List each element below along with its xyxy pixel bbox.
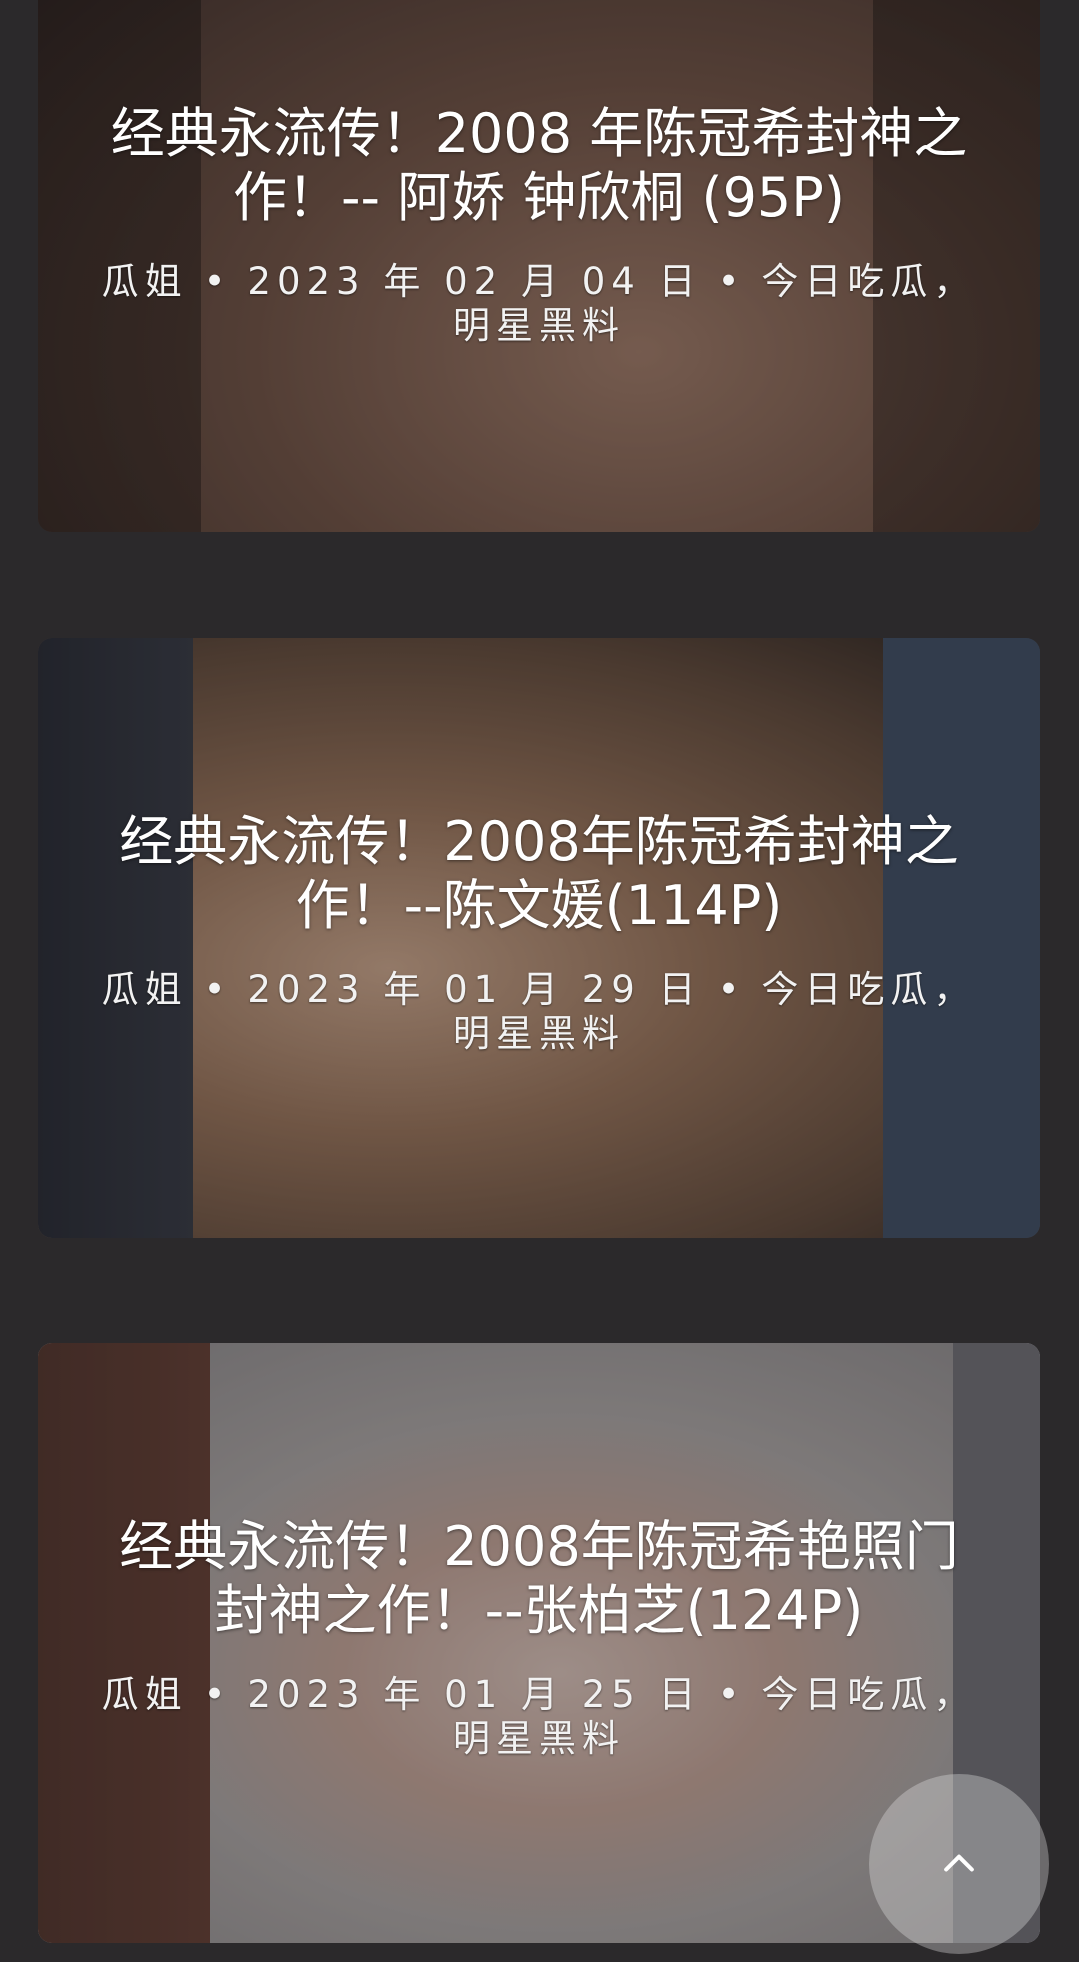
post-author[interactable]: 瓜姐 bbox=[102, 1673, 188, 1716]
post-info: 经典永流传！2008年陈冠希艳照门封神之作！--张柏芝(124P) 瓜姐 • 202… bbox=[98, 1515, 980, 1761]
post-card[interactable]: 经典永流传！2008 年陈冠希封神之作！-- 阿娇 钟欣桐 (95P) 瓜姐 • 2… bbox=[38, 0, 1040, 532]
post-date: 2023 年 01 月 29 日 bbox=[247, 968, 702, 1011]
post-author[interactable]: 瓜姐 bbox=[102, 260, 188, 303]
post-info: 经典永流传！2008年陈冠希封神之作！--陈文媛(114P) 瓜姐 • 2023 年… bbox=[98, 810, 980, 1056]
meta-separator: • bbox=[203, 260, 232, 303]
meta-separator: • bbox=[203, 1673, 232, 1716]
post-info: 经典永流传！2008 年陈冠希封神之作！-- 阿娇 钟欣桐 (95P) 瓜姐 • 2… bbox=[98, 102, 980, 348]
post-meta: 瓜姐 • 2023 年 01 月 25 日 • 今日吃瓜，明星黑料 bbox=[98, 1673, 980, 1761]
post-title[interactable]: 经典永流传！2008 年陈冠希封神之作！-- 阿娇 钟欣桐 (95P) bbox=[98, 102, 980, 230]
meta-separator: • bbox=[717, 1673, 746, 1716]
post-meta: 瓜姐 • 2023 年 02 月 04 日 • 今日吃瓜，明星黑料 bbox=[98, 260, 980, 348]
post-title[interactable]: 经典永流传！2008年陈冠希艳照门封神之作！--张柏芝(124P) bbox=[98, 1515, 980, 1643]
meta-separator: • bbox=[717, 260, 746, 303]
post-author[interactable]: 瓜姐 bbox=[102, 968, 188, 1011]
post-date: 2023 年 02 月 04 日 bbox=[247, 260, 702, 303]
meta-separator: • bbox=[717, 968, 746, 1011]
post-title[interactable]: 经典永流传！2008年陈冠希封神之作！--陈文媛(114P) bbox=[98, 810, 980, 938]
back-to-top-button[interactable] bbox=[869, 1774, 1049, 1954]
meta-separator: • bbox=[203, 968, 232, 1011]
post-meta: 瓜姐 • 2023 年 01 月 29 日 • 今日吃瓜，明星黑料 bbox=[98, 968, 980, 1056]
chevron-up-icon bbox=[944, 1854, 974, 1872]
post-date: 2023 年 01 月 25 日 bbox=[247, 1673, 702, 1716]
post-card[interactable]: 经典永流传！2008年陈冠希封神之作！--陈文媛(114P) 瓜姐 • 2023 年… bbox=[38, 638, 1040, 1238]
post-feed: 经典永流传！2008 年陈冠希封神之作！-- 阿娇 钟欣桐 (95P) 瓜姐 • 2… bbox=[0, 0, 1079, 1962]
